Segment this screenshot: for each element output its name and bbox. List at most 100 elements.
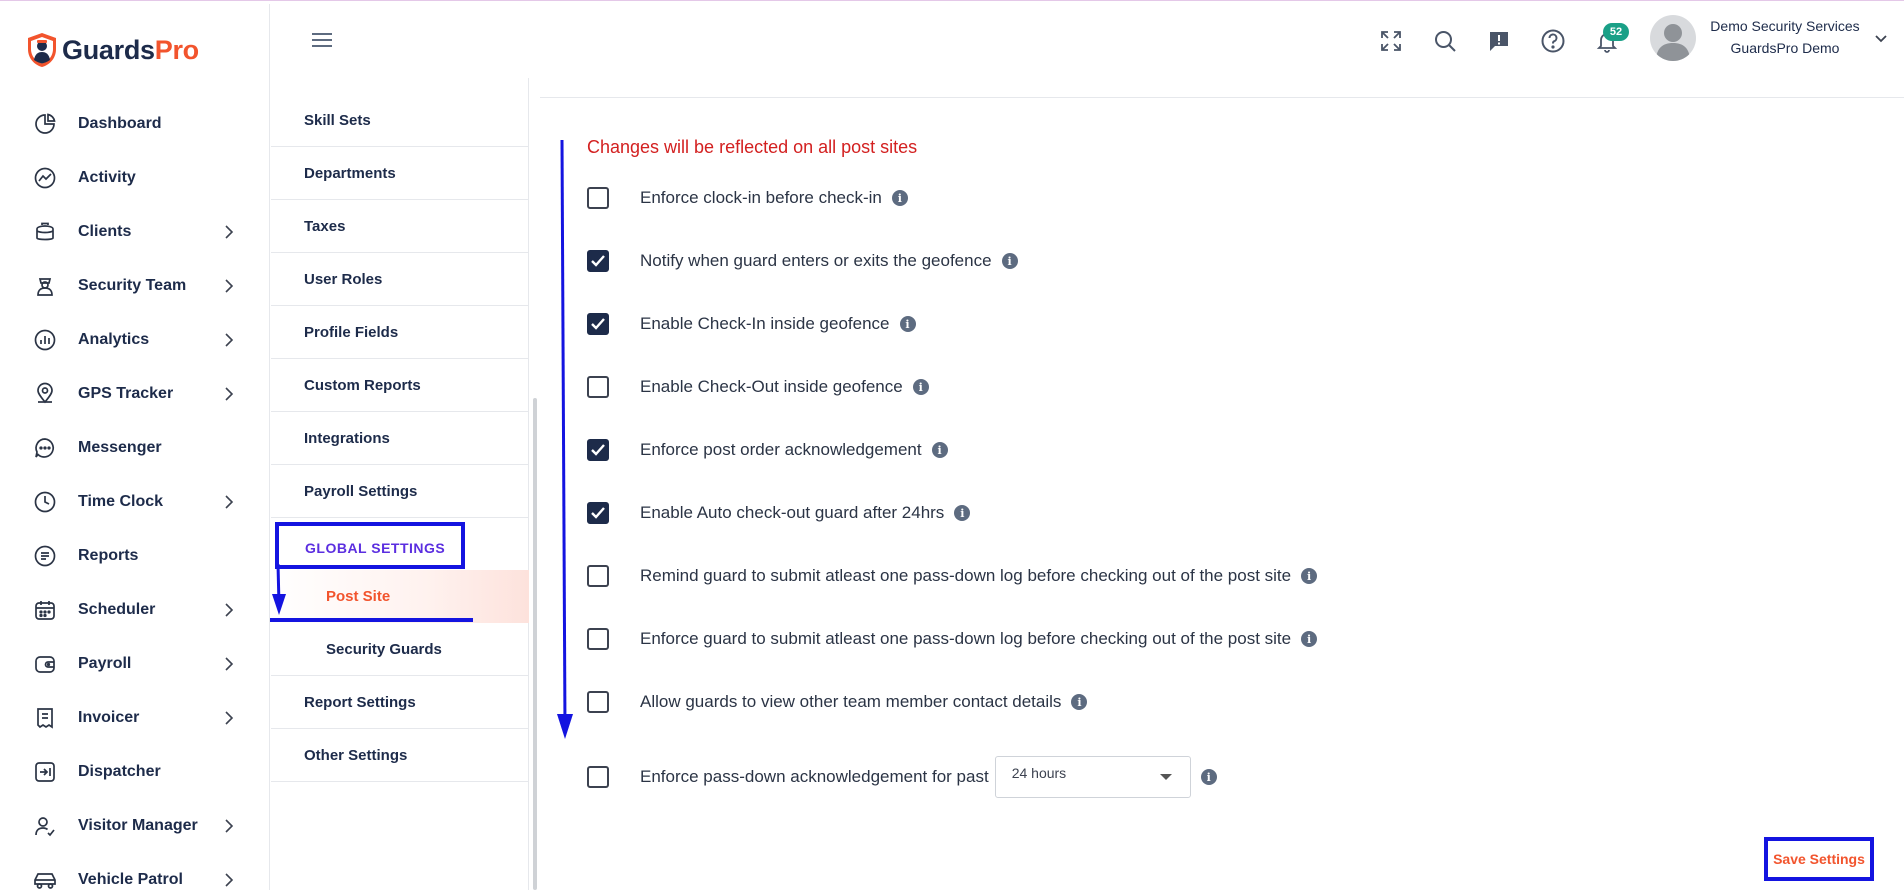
option-label: Enforce clock-in before check-in bbox=[640, 188, 882, 207]
settings-item-custom-reports[interactable]: Custom Reports bbox=[271, 359, 529, 412]
save-settings-highlight: Save Settings bbox=[1764, 837, 1874, 881]
sidebar-item-reports[interactable]: Reports bbox=[0, 529, 270, 583]
sidebar-item-time-clock[interactable]: Time Clock bbox=[0, 475, 270, 529]
submenu-scrollbar[interactable] bbox=[533, 398, 537, 890]
info-icon[interactable]: i bbox=[954, 505, 971, 521]
option-label: Remind guard to submit atleast one pass-… bbox=[640, 566, 1292, 585]
security-team-icon bbox=[32, 273, 58, 299]
wallet-icon bbox=[32, 651, 58, 677]
option-checkbox[interactable] bbox=[587, 376, 609, 398]
user-name[interactable]: Demo Security Services bbox=[1706, 18, 1864, 34]
sidebar-item-clients[interactable]: Clients bbox=[0, 205, 270, 259]
sidebar-item-analytics[interactable]: Analytics bbox=[0, 313, 270, 367]
save-settings-button[interactable]: Save Settings bbox=[1773, 851, 1865, 867]
help-icon[interactable] bbox=[1538, 26, 1568, 56]
sidebar-item-payroll[interactable]: Payroll bbox=[0, 637, 270, 691]
sidebar-item-vehicle-patrol[interactable]: Vehicle Patrol bbox=[0, 853, 270, 890]
chevron-down-icon[interactable] bbox=[1874, 34, 1888, 44]
sidebar-item-label: Invoicer bbox=[78, 709, 140, 726]
visitor-icon bbox=[32, 813, 58, 839]
chevron-right-icon bbox=[225, 495, 234, 509]
clock-icon bbox=[32, 489, 58, 515]
info-icon[interactable]: i bbox=[912, 379, 929, 395]
info-icon[interactable]: i bbox=[1200, 769, 1217, 785]
option-checkbox[interactable] bbox=[587, 628, 609, 650]
option-label: Enable Check-Out inside geofence bbox=[640, 377, 903, 396]
sidebar-item-dashboard[interactable]: Dashboard bbox=[0, 97, 270, 151]
chat-icon bbox=[32, 435, 58, 461]
sidebar-item-label: Visitor Manager bbox=[78, 817, 198, 834]
hamburger-menu-icon[interactable] bbox=[310, 30, 334, 50]
option-label: Notify when guard enters or exits the ge… bbox=[640, 251, 992, 270]
guardspro-logo[interactable]: GuardsPro bbox=[26, 32, 199, 68]
chevron-right-icon bbox=[225, 225, 234, 239]
feedback-icon[interactable] bbox=[1484, 26, 1514, 56]
settings-item-departments[interactable]: Departments bbox=[271, 147, 529, 200]
info-icon[interactable]: i bbox=[931, 442, 948, 458]
settings-item-taxes[interactable]: Taxes bbox=[271, 200, 529, 253]
option-checkbox[interactable] bbox=[587, 187, 609, 209]
sidebar-item-gps-tracker[interactable]: GPS Tracker bbox=[0, 367, 270, 421]
settings-item-skill-sets[interactable]: Skill Sets bbox=[271, 94, 529, 147]
settings-item-user-roles[interactable]: User Roles bbox=[271, 253, 529, 306]
sidebar-item-security-team[interactable]: Security Team bbox=[0, 259, 270, 313]
dispatch-icon bbox=[32, 759, 58, 785]
sidebar-item-dispatcher[interactable]: Dispatcher bbox=[0, 745, 270, 799]
option-row: Enable Auto check-out guard after 24hrs … bbox=[587, 501, 971, 525]
sidebar-item-label: Scheduler bbox=[78, 601, 156, 618]
chevron-right-icon bbox=[225, 711, 234, 725]
option-checkbox[interactable] bbox=[587, 691, 609, 713]
settings-item-profile-fields[interactable]: Profile Fields bbox=[271, 306, 529, 359]
info-icon[interactable]: i bbox=[1071, 694, 1088, 710]
chevron-right-icon bbox=[225, 279, 234, 293]
sidebar-item-label: Time Clock bbox=[78, 493, 164, 510]
top-header: 52 Demo Security Services GuardsPro Demo bbox=[271, 4, 1904, 78]
option-checkbox[interactable] bbox=[587, 565, 609, 587]
sidebar-nav: Dashboard Activity Clients Security Team bbox=[0, 97, 270, 890]
sidebar-item-label: Dispatcher bbox=[78, 763, 161, 780]
sidebar-item-label: Reports bbox=[78, 547, 139, 564]
settings-item-other-settings[interactable]: Other Settings bbox=[271, 729, 529, 782]
settings-item-report-settings[interactable]: Report Settings bbox=[271, 676, 529, 729]
info-icon[interactable]: i bbox=[891, 190, 908, 206]
option-checkbox[interactable] bbox=[587, 766, 609, 788]
option-row: Enable Check-In inside geofence i bbox=[587, 312, 916, 336]
shield-logo-icon bbox=[28, 33, 56, 67]
option-row: Enable Check-Out inside geofence i bbox=[587, 375, 929, 399]
info-icon[interactable]: i bbox=[1301, 568, 1318, 584]
option-checkbox[interactable] bbox=[587, 502, 609, 524]
option-checkbox[interactable] bbox=[587, 250, 609, 272]
info-icon[interactable]: i bbox=[1301, 631, 1318, 647]
sidebar-item-visitor-manager[interactable]: Visitor Manager bbox=[0, 799, 270, 853]
sidebar-item-scheduler[interactable]: Scheduler bbox=[0, 583, 270, 637]
clients-icon bbox=[32, 219, 58, 245]
logo-text: GuardsPro bbox=[62, 35, 199, 66]
option-label: Enforce pass-down acknowledgement for pa… bbox=[640, 767, 989, 786]
annotation-underline bbox=[270, 618, 473, 622]
settings-item-integrations[interactable]: Integrations bbox=[271, 412, 529, 465]
option-row: Remind guard to submit atleast one pass-… bbox=[587, 564, 1318, 588]
info-icon[interactable]: i bbox=[1001, 253, 1018, 269]
sidebar-item-messenger[interactable]: Messenger bbox=[0, 421, 270, 475]
settings-item-post-site[interactable]: Post Site bbox=[271, 570, 529, 623]
option-label: Enable Check-In inside geofence bbox=[640, 314, 890, 333]
settings-item-payroll-settings[interactable]: Payroll Settings bbox=[271, 465, 529, 518]
chevron-right-icon bbox=[225, 657, 234, 671]
sidebar-item-label: Clients bbox=[78, 223, 132, 240]
settings-item-security-guards[interactable]: Security Guards bbox=[271, 623, 529, 676]
option-checkbox[interactable] bbox=[587, 313, 609, 335]
sidebar-item-activity[interactable]: Activity bbox=[0, 151, 270, 205]
checkmark-icon bbox=[591, 318, 605, 330]
passdown-hours-select[interactable]: 24 hours bbox=[994, 756, 1191, 798]
option-checkbox[interactable] bbox=[587, 439, 609, 461]
option-label: Enable Auto check-out guard after 24hrs bbox=[640, 503, 945, 522]
sidebar-item-invoicer[interactable]: Invoicer bbox=[0, 691, 270, 745]
avatar[interactable] bbox=[1650, 15, 1696, 61]
sidebar-item-label: GPS Tracker bbox=[78, 385, 174, 402]
reports-icon bbox=[32, 543, 58, 569]
info-icon[interactable]: i bbox=[899, 316, 916, 332]
select-value: 24 hours bbox=[1011, 765, 1067, 781]
fullscreen-icon[interactable] bbox=[1376, 26, 1406, 56]
search-icon[interactable] bbox=[1430, 26, 1460, 56]
changes-warning-text: Changes will be reflected on all post si… bbox=[587, 137, 918, 157]
